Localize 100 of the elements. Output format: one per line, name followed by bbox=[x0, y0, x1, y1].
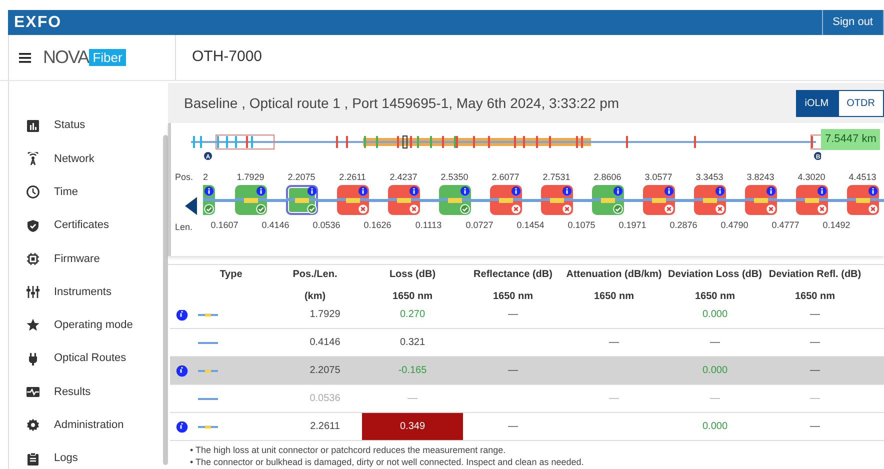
info-icon[interactable] bbox=[816, 186, 826, 196]
info-icon[interactable] bbox=[612, 186, 622, 196]
mode-tab[interactable]: OTDR bbox=[838, 90, 884, 116]
menu-icon[interactable] bbox=[19, 52, 31, 63]
table-cell-text: 2.2075 bbox=[310, 364, 340, 378]
position-value: 2.6077 bbox=[490, 171, 520, 184]
info-icon[interactable] bbox=[358, 186, 368, 196]
event-element[interactable] bbox=[234, 185, 266, 215]
sidebar-item[interactable]: Time bbox=[54, 184, 78, 200]
info-icon[interactable] bbox=[664, 186, 674, 196]
event-element[interactable] bbox=[490, 185, 522, 215]
connector-icon bbox=[198, 310, 218, 318]
table-cell-text: — bbox=[810, 364, 820, 378]
table-cell-text: 2.2611 bbox=[310, 420, 340, 434]
sidebar-item[interactable]: Status bbox=[54, 117, 86, 134]
column-unit: 1650 nm bbox=[694, 290, 736, 304]
sidebar-item[interactable]: Results bbox=[54, 384, 91, 400]
length-value: 0.1607 bbox=[210, 219, 240, 232]
event-element[interactable] bbox=[846, 185, 878, 215]
info-icon[interactable] bbox=[766, 186, 776, 196]
antenna-icon bbox=[26, 152, 40, 166]
sign-out-button[interactable]: Sign out bbox=[822, 10, 884, 35]
check-icon bbox=[612, 204, 622, 214]
info-icon[interactable] bbox=[510, 186, 520, 196]
info-icon[interactable] bbox=[460, 186, 470, 196]
table-row[interactable]: 2.2611 0.349 — 0.000 — bbox=[170, 413, 884, 441]
info-icon[interactable] bbox=[562, 186, 572, 196]
sidebar-item[interactable]: Instruments bbox=[54, 284, 112, 300]
scroll-left-arrow-icon[interactable] bbox=[185, 197, 197, 215]
event-element[interactable] bbox=[438, 185, 470, 215]
scrollbar-thumb[interactable] bbox=[163, 135, 168, 465]
info-icon[interactable] bbox=[868, 186, 878, 196]
position-value: 3.0577 bbox=[644, 171, 674, 184]
info-icon[interactable] bbox=[306, 186, 316, 196]
info-icon[interactable] bbox=[176, 420, 188, 432]
table-cell-text: — bbox=[710, 392, 720, 406]
column-header[interactable]: Loss (dB) bbox=[362, 265, 463, 285]
footnote: • The high loss at unit connector or patchcord reduces the measurement range. bbox=[190, 444, 507, 456]
column-header[interactable]: Deviation Loss (dB) bbox=[665, 265, 765, 285]
table-cell-text: — bbox=[408, 392, 418, 406]
table-cell-text: — bbox=[609, 336, 619, 350]
info-icon[interactable] bbox=[176, 364, 188, 376]
event-element[interactable] bbox=[642, 185, 674, 215]
sidebar-item[interactable]: Optical Routes bbox=[54, 350, 126, 367]
table-cell-text: 0.000 bbox=[702, 420, 728, 434]
info-icon[interactable] bbox=[714, 186, 724, 196]
position-value: 2.8606 bbox=[592, 171, 622, 184]
position-value: 2.4237 bbox=[388, 171, 418, 184]
sidebar-item[interactable]: Firmware bbox=[54, 250, 100, 268]
column-header[interactable]: Deviation Refl. (dB) bbox=[765, 265, 865, 285]
event-element[interactable] bbox=[744, 185, 776, 215]
column-header[interactable]: Pos./Len. bbox=[268, 265, 362, 285]
connector-icon bbox=[198, 366, 218, 374]
sidebar-item[interactable]: Logs bbox=[54, 450, 78, 467]
event-element[interactable] bbox=[694, 185, 726, 215]
length-value: 0.1971 bbox=[618, 219, 648, 232]
sidebar-item[interactable]: Administration bbox=[54, 417, 124, 434]
length-value: 0.4790 bbox=[720, 219, 750, 232]
length-value: 0.1492 bbox=[822, 219, 852, 232]
event-element[interactable] bbox=[286, 185, 318, 215]
cross-icon bbox=[510, 204, 520, 214]
table-cell-text: 0.000 bbox=[702, 364, 728, 378]
info-icon[interactable] bbox=[176, 310, 188, 320]
column-header[interactable]: Attenuation (dB/km) bbox=[563, 265, 665, 285]
table-cell-text: 0.4146 bbox=[310, 336, 340, 350]
info-icon[interactable] bbox=[256, 186, 266, 196]
length-label: Len. bbox=[174, 221, 194, 234]
sidebar-item[interactable]: Operating mode bbox=[54, 317, 133, 334]
length-value: 0.0727 bbox=[464, 219, 494, 232]
table-cell: 1.7929 bbox=[310, 310, 340, 322]
event-element[interactable] bbox=[336, 185, 368, 215]
position-value: 2 bbox=[203, 171, 210, 184]
sidebar-item[interactable]: Network bbox=[54, 150, 94, 168]
length-value: 0.1626 bbox=[362, 219, 392, 232]
event-element[interactable] bbox=[203, 185, 215, 215]
event-element[interactable] bbox=[592, 185, 624, 215]
column-header[interactable]: Reflectance (dB) bbox=[463, 265, 563, 285]
event-element[interactable] bbox=[388, 185, 420, 215]
length-value: 0.0536 bbox=[312, 219, 342, 232]
sidebar-item[interactable]: Certificates bbox=[54, 217, 110, 234]
table-cell-text: — bbox=[508, 420, 518, 434]
info-icon[interactable] bbox=[204, 186, 214, 196]
event-element[interactable] bbox=[796, 185, 828, 215]
cross-icon bbox=[766, 204, 776, 214]
column-header[interactable]: Type bbox=[194, 265, 268, 285]
event-element[interactable] bbox=[540, 185, 572, 215]
footnote: • The connector or bulkhead is damaged, dirty or not well connected. Inspect and clean as needed. bbox=[190, 456, 585, 468]
table-cell: 0.000 bbox=[702, 310, 728, 322]
table-row[interactable]: 2.2075 -0.165 — 0.000 — bbox=[170, 357, 884, 385]
connector-icon bbox=[198, 422, 218, 430]
info-icon[interactable] bbox=[408, 186, 418, 196]
column-unit: 1650 nm bbox=[794, 290, 836, 304]
table-row[interactable]: 1.7929 0.270 — 0.000 — bbox=[170, 310, 884, 329]
brand-logo: EXFO bbox=[13, 13, 62, 33]
position-value: 2.5350 bbox=[440, 171, 470, 184]
mode-tab[interactable]: iOLM bbox=[796, 90, 838, 116]
chip-icon bbox=[26, 252, 40, 266]
settings-icon bbox=[26, 418, 40, 432]
table-cell-text: -0.165 bbox=[398, 364, 427, 378]
column-unit: 1650 nm bbox=[391, 290, 434, 304]
